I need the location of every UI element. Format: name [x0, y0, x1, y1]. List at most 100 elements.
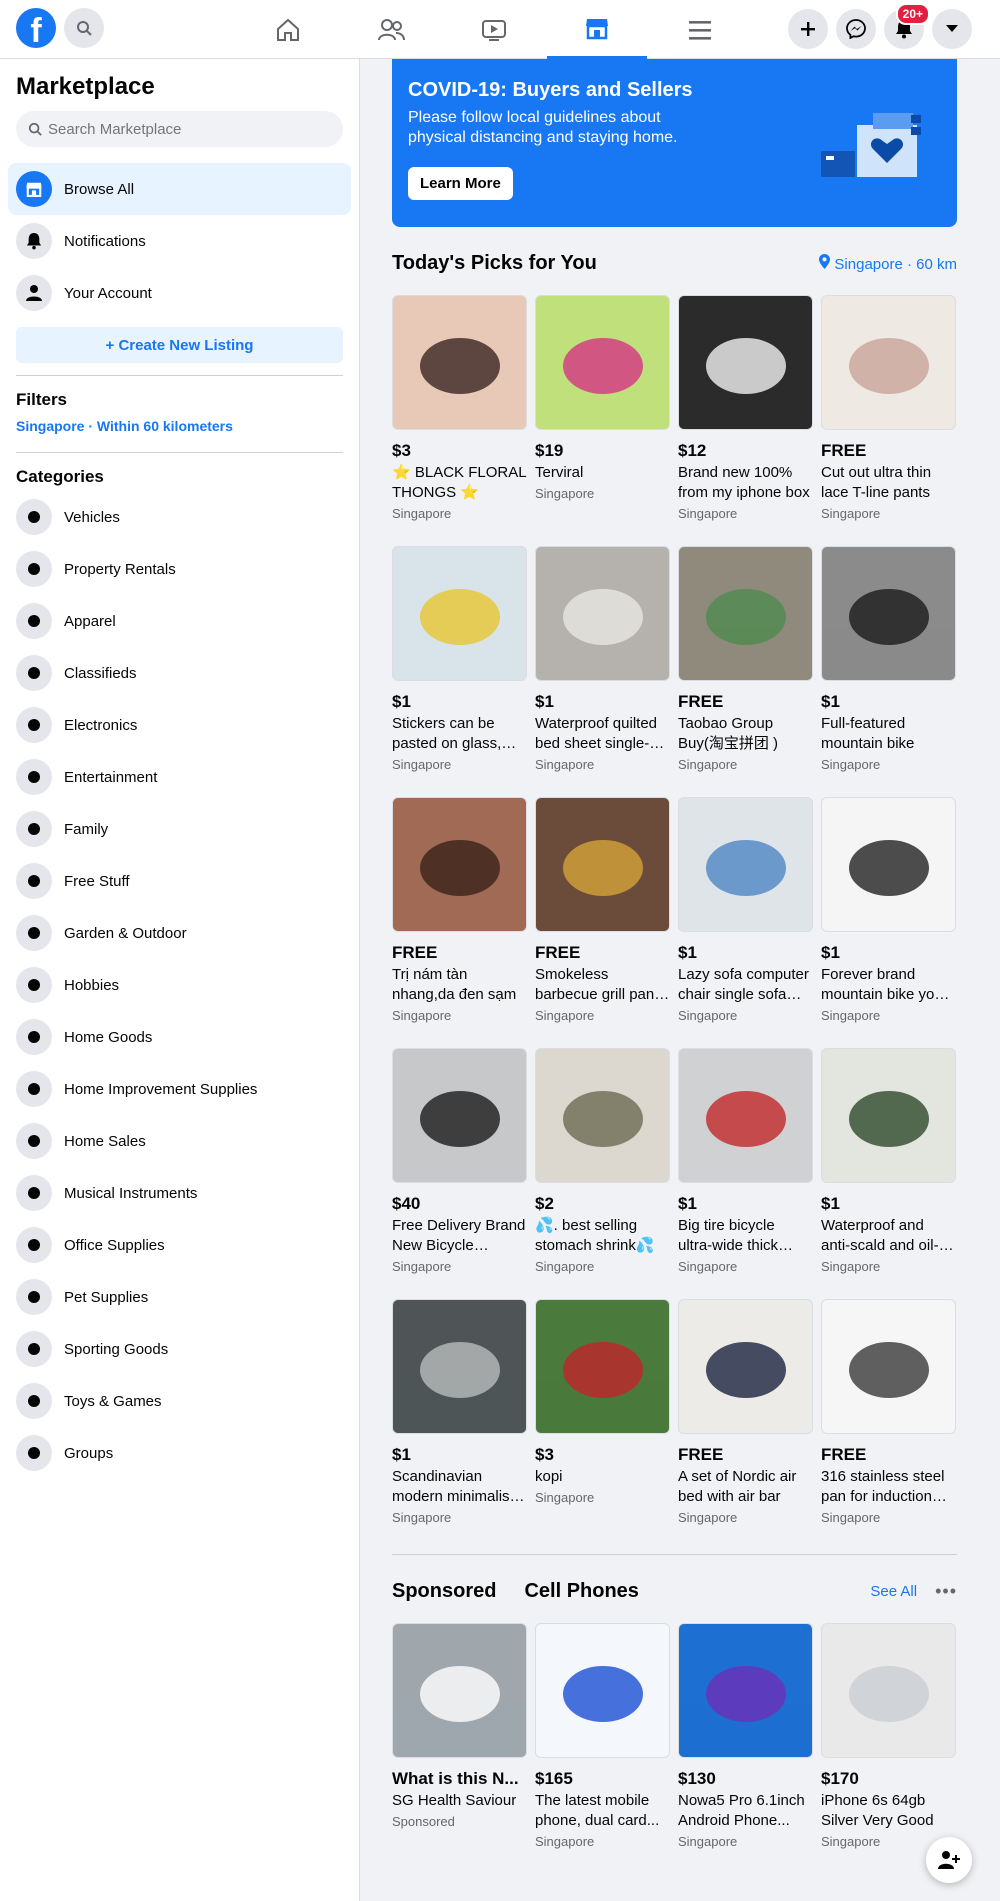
tab-friends[interactable] [341, 0, 441, 59]
category-list: Vehicles Property Rentals Apparel Classifie… [8, 491, 351, 1479]
listing-photo[interactable] [392, 1048, 527, 1183]
listing-photo[interactable] [535, 1299, 670, 1434]
category-item[interactable]: Vehicles [8, 491, 351, 543]
listing-photo[interactable] [821, 1048, 956, 1183]
listing-card[interactable]: $170 iPhone 6s 64gb Silver Very Good Singa… [821, 1623, 956, 1874]
more-options-icon[interactable]: ••• [935, 1581, 957, 1602]
listing-card[interactable]: FREE A set of Nordic air bed with air bar… [678, 1299, 813, 1550]
sponsored-header: Sponsored Cell Phones See All ••• [392, 1579, 957, 1603]
listing-card[interactable]: $19 Terviral Singapore [535, 295, 670, 546]
listing-card[interactable]: FREE Smokeless barbecue grill pan househo… [535, 797, 670, 1048]
listing-card[interactable]: $130 Nowa5 Pro 6.1inch Android Phone... Si… [678, 1623, 813, 1874]
listing-card[interactable]: $3 kopi Singapore [535, 1299, 670, 1550]
listing-photo[interactable] [392, 1623, 527, 1758]
listing-photo[interactable] [535, 546, 670, 681]
category-item[interactable]: Hobbies [8, 959, 351, 1011]
listing-photo[interactable] [535, 1048, 670, 1183]
category-item[interactable]: Free Stuff [8, 855, 351, 907]
tab-watch[interactable] [444, 0, 544, 59]
listing-card[interactable]: $165 The latest mobile phone, dual card..… [535, 1623, 670, 1874]
location-link[interactable]: Singapore · 60 km [819, 253, 957, 273]
listing-card[interactable]: $1 Big tire bicycle ultra-wide thick tire… [678, 1048, 813, 1299]
listing-card[interactable]: FREE Trị nám tàn nhang,da đen sạm Singapor… [392, 797, 527, 1048]
listing-card[interactable]: FREE 316 stainless steel pan for inductio… [821, 1299, 956, 1550]
listing-photo[interactable] [678, 1623, 813, 1758]
category-item[interactable]: Family [8, 803, 351, 855]
category-item[interactable]: Property Rentals [8, 543, 351, 595]
shovel-icon [16, 915, 52, 951]
category-item[interactable]: Apparel [8, 595, 351, 647]
tab-marketplace[interactable] [547, 0, 647, 59]
search-input[interactable] [48, 120, 308, 138]
listing-card[interactable]: FREE Cut out ultra thin lace T-line pants… [821, 295, 956, 546]
listing-photo[interactable] [535, 295, 670, 430]
listing-photo[interactable] [535, 797, 670, 932]
wrench-icon [16, 1071, 52, 1107]
location-filter-link[interactable]: Singapore · Within 60 kilometers [16, 418, 343, 434]
people-plus-icon [938, 1851, 960, 1869]
category-item[interactable]: Groups [8, 1427, 351, 1479]
category-item[interactable]: Toys & Games [8, 1375, 351, 1427]
listing-photo[interactable] [821, 1623, 956, 1758]
category-item[interactable]: Entertainment [8, 751, 351, 803]
listing-card[interactable]: $2 💦. best selling stomach shrink💦 Singapo… [535, 1048, 670, 1299]
account-menu-button[interactable] [932, 9, 972, 49]
listing-photo[interactable] [392, 295, 527, 430]
listing-card[interactable]: $1 Stickers can be pasted on glass, windo… [392, 546, 527, 797]
facebook-logo[interactable]: f [16, 8, 56, 48]
bell-icon [16, 223, 52, 259]
tab-menu[interactable] [650, 0, 750, 59]
category-item[interactable]: Sporting Goods [8, 1323, 351, 1375]
new-message-button[interactable] [926, 1837, 972, 1883]
listing-card[interactable]: $1 Scandinavian modern minimalist carpet.… [392, 1299, 527, 1550]
marketplace-search[interactable] [16, 111, 343, 147]
category-item[interactable]: Musical Instruments [8, 1167, 351, 1219]
create-new-listing-button[interactable]: + Create New Listing [16, 327, 343, 363]
listing-card[interactable]: $1 Waterproof quilted bed sheet single-pi… [535, 546, 670, 797]
listing-photo[interactable] [821, 546, 956, 681]
category-item[interactable]: Electronics [8, 699, 351, 751]
listing-photo[interactable] [678, 295, 813, 430]
messenger-button[interactable] [836, 9, 876, 49]
search-button[interactable] [64, 8, 104, 48]
listing-card[interactable]: $1 Lazy sofa computer chair single sofa b… [678, 797, 813, 1048]
category-item[interactable]: Garden & Outdoor [8, 907, 351, 959]
listing-card[interactable]: $1 Full-featured mountain bike Singapore [821, 546, 956, 797]
category-item[interactable]: Home Goods [8, 1011, 351, 1063]
see-all-link[interactable]: See All [870, 1583, 917, 1600]
listing-photo[interactable] [821, 295, 956, 430]
listing-photo[interactable] [821, 1299, 956, 1434]
listing-card[interactable]: $1 Waterproof and anti-scald and oil-proo… [821, 1048, 956, 1299]
listing-card[interactable]: $1 Forever brand mountain bike youth and.… [821, 797, 956, 1048]
listing-photo[interactable] [535, 1623, 670, 1758]
listing-photo[interactable] [678, 1299, 813, 1434]
listing-photo[interactable] [392, 797, 527, 932]
category-item[interactable]: Home Sales [8, 1115, 351, 1167]
tab-home[interactable] [238, 0, 338, 59]
listing-photo[interactable] [392, 546, 527, 681]
listing-card[interactable]: What is this N... SG Health Saviour Sponso… [392, 1623, 527, 1874]
listing-photo[interactable] [821, 797, 956, 932]
listing-card[interactable]: FREE Taobao Group Buy(淘宝拼团 ) Singapore [678, 546, 813, 797]
listing-photo[interactable] [392, 1299, 527, 1434]
listing-photo[interactable] [678, 1048, 813, 1183]
listing-card[interactable]: $40 Free Delivery Brand New Bicycle Child… [392, 1048, 527, 1299]
guitar-icon [16, 1175, 52, 1211]
sidebar-item-notifications[interactable]: Notifications [8, 215, 351, 267]
learn-more-button[interactable]: Learn More [408, 167, 513, 200]
sidebar-item-browse-all[interactable]: Browse All [8, 163, 351, 215]
create-button[interactable] [788, 9, 828, 49]
category-item[interactable]: Home Improvement Supplies [8, 1063, 351, 1115]
listing-photo[interactable] [678, 546, 813, 681]
sidebar-item-label: Your Account [64, 284, 152, 302]
category-item[interactable]: Office Supplies [8, 1219, 351, 1271]
listing-card[interactable]: $3 ⭐ BLACK FLORAL THONGS ⭐ Singapore [392, 295, 527, 546]
listing-card[interactable]: $12 Brand new 100% from my iphone box Sing… [678, 295, 813, 546]
notifications-button[interactable]: 20+ [884, 3, 930, 49]
category-item[interactable]: Classifieds [8, 647, 351, 699]
listing-photo[interactable] [678, 797, 813, 932]
category-item[interactable]: Pet Supplies [8, 1271, 351, 1323]
listing-price: $1 [678, 943, 697, 962]
sidebar-item-your-account[interactable]: Your Account [8, 267, 351, 319]
plus-icon [801, 22, 815, 36]
